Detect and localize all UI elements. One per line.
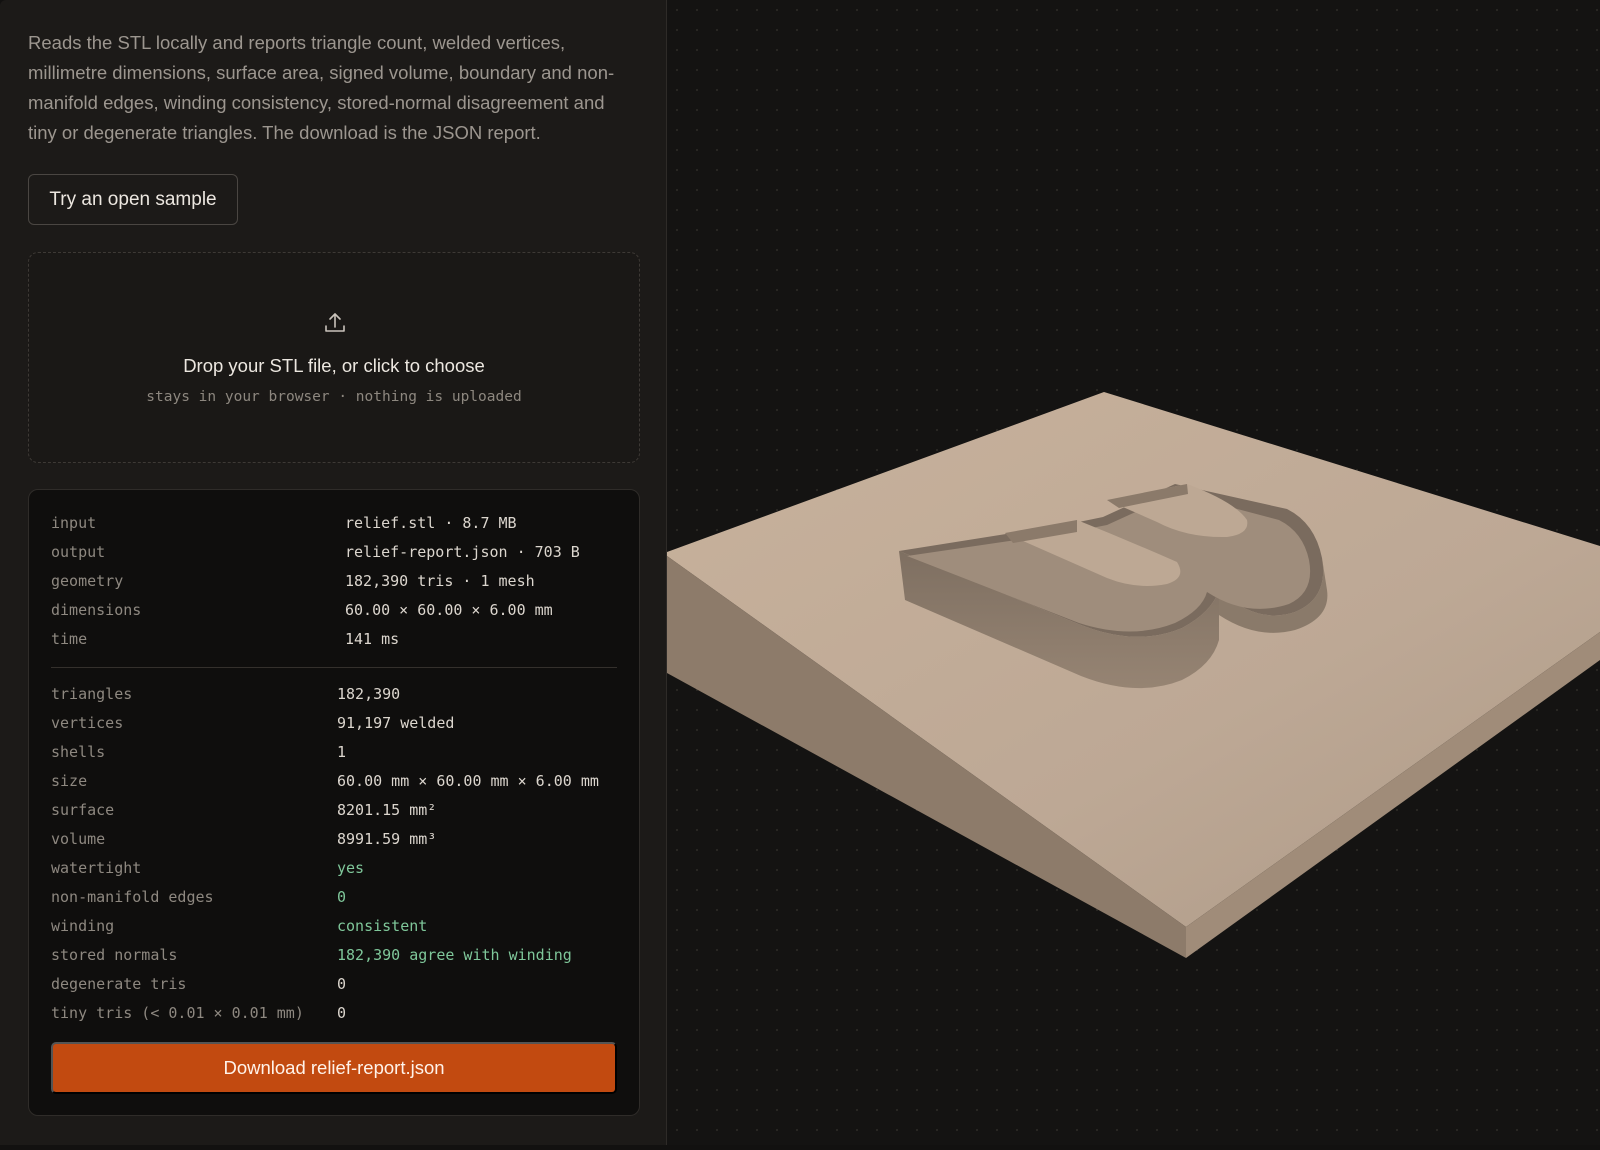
stat-key: non-manifold edges (51, 888, 214, 906)
summary-value: 141 ms (345, 630, 400, 648)
stat-value: 91,197 welded (337, 714, 455, 732)
stat-value: 0 (337, 1004, 347, 1022)
stat-key: surface (51, 801, 115, 819)
summary-value: 182,390 tris · 1 mesh (345, 572, 535, 590)
stat-value: 0 (337, 888, 347, 906)
stat-key: winding (51, 917, 115, 935)
dropzone-title: Drop your STL file, or click to choose (183, 355, 485, 376)
stat-value: 182,390 agree with winding (337, 946, 572, 964)
summary-value: 60.00 × 60.00 × 6.00 mm (345, 601, 553, 619)
report-panel: input relief.stl · 8.7 MB output relief-… (28, 489, 640, 1116)
stat-value: 182,390 (337, 685, 401, 703)
stat-key: size (51, 772, 88, 790)
stat-value: 0 (337, 975, 347, 993)
intro-description: Reads the STL locally and reports triang… (28, 32, 615, 143)
left-panel: Reads the STL locally and reports triang… (0, 0, 667, 1145)
summary-value: relief-report.json · 703 B (345, 543, 580, 561)
stat-value: 8991.59 mm³ (337, 830, 437, 848)
stat-value: 1 (337, 743, 347, 761)
stat-key: stored normals (51, 946, 178, 964)
stat-key: volume (51, 830, 106, 848)
stat-key: triangles (51, 685, 133, 703)
summary-key: input (51, 514, 97, 532)
summary-key: output (51, 543, 106, 561)
stat-value: consistent (337, 917, 428, 935)
stat-key: vertices (51, 714, 124, 732)
model-viewport[interactable] (667, 0, 1600, 1145)
stat-value: yes (337, 859, 365, 877)
summary-key: geometry (51, 572, 124, 590)
stat-key: shells (51, 743, 106, 761)
dropzone-subtitle: stays in your browser · nothing is uploa… (146, 389, 522, 405)
stat-key: degenerate tris (51, 975, 187, 993)
report-divider (51, 667, 617, 668)
try-sample-button[interactable]: Try an open sample (28, 174, 238, 225)
download-report-button[interactable]: Download relief-report.json (51, 1042, 617, 1094)
upload-icon (325, 313, 345, 332)
stat-value: 8201.15 mm² (337, 801, 437, 819)
summary-value: relief.stl · 8.7 MB (345, 514, 517, 532)
stat-key: tiny tris (< 0.01 × 0.01 mm) (51, 1004, 304, 1022)
stl-model-render (667, 392, 1600, 958)
stat-value: 60.00 mm × 60.00 mm × 6.00 mm (337, 772, 599, 790)
summary-key: time (51, 630, 88, 648)
app-frame: Reads the STL locally and reports triang… (0, 0, 1600, 1145)
summary-key: dimensions (51, 601, 142, 619)
stl-dropzone[interactable]: Drop your STL file, or click to choose s… (28, 252, 640, 463)
stat-key: watertight (51, 859, 142, 877)
